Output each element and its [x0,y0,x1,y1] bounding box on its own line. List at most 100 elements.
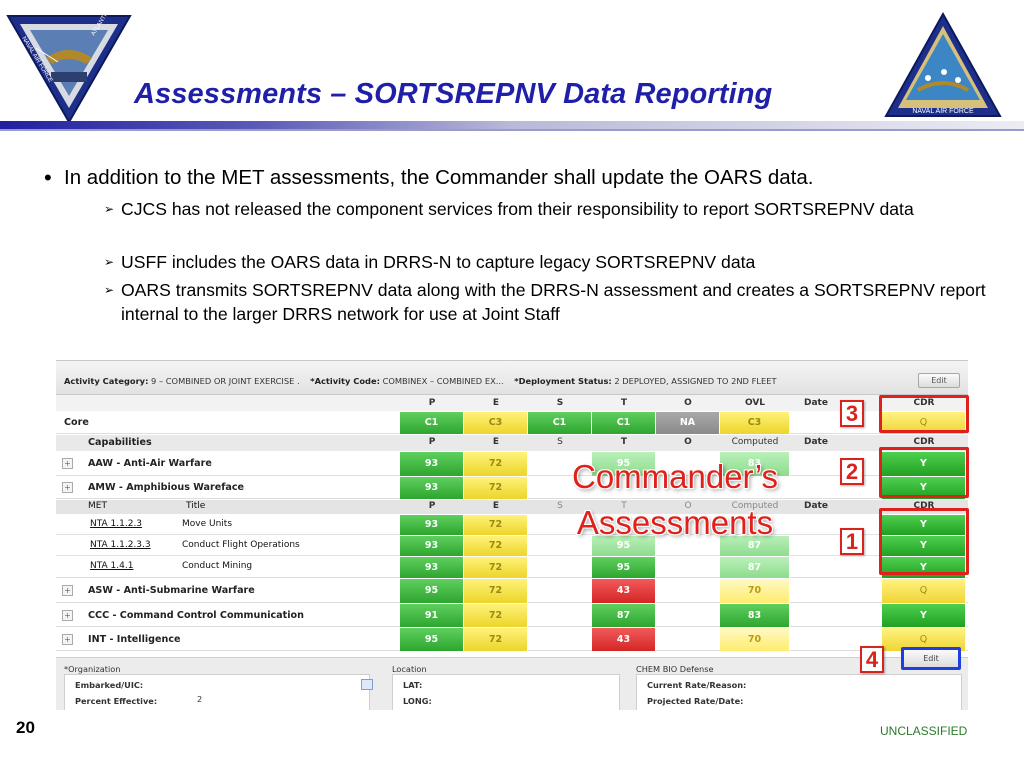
capability-label-int: INT - Intelligence [88,634,181,645]
percent-effective-value: 2 [197,694,203,704]
drrs-assessment-screenshot: Activity Category: 9 – COMBINED OR JOINT… [56,360,968,710]
asw-p-cell: 95 [400,579,464,603]
details-panel: *Organization Embarked/UIC: Percent Effe… [56,657,968,710]
met-row-1[interactable]: NTA 1.1.2.3 Move Units 93 72 Y [56,515,968,535]
met3-t-cell: 95 [592,557,656,578]
expand-aaw-icon[interactable]: + [62,458,73,469]
capability-label-amw: AMW - Amphibious Wareface [88,482,245,493]
met-link-1[interactable]: NTA 1.1.2.3 [90,519,142,529]
commanders-label-line2: Assessments [576,504,774,541]
asw-cdr-cell[interactable]: Q [882,579,966,603]
core-row[interactable]: Core C1 C3 C1 C1 NA C3 Q [56,412,968,434]
chem-bio-title: CHEM BIO Defense [636,664,714,674]
location-box: LAT: LONG: [392,674,620,710]
deployment-status-label: *Deployment Status: [514,376,612,386]
main-bullet-text: In addition to the MET assessments, the … [64,166,814,189]
asw-ovl-cell: 70 [720,579,790,603]
ccc-ovl-cell: 83 [720,604,790,627]
activity-code-label: *Activity Code: [310,376,380,386]
expand-ccc-icon[interactable]: + [62,610,73,621]
col-header-o: O [684,398,692,408]
callout-number-3: 3 [840,400,864,427]
activity-info: Activity Category: 9 – COMBINED OR JOINT… [64,376,777,386]
slide-title: Assessments – SORTSREPNV Data Reporting [134,78,773,110]
met3-ovl-cell: 87 [720,557,790,578]
met-link-3[interactable]: NTA 1.4.1 [90,561,133,571]
col-header-e: E [492,398,500,408]
cap-col-e: E [492,437,500,447]
callout-number-2: 2 [840,458,864,485]
highlight-met-cdr [879,508,969,575]
int-t-cell: 43 [592,628,656,651]
details-edit-button[interactable]: Edit [901,647,961,670]
embarked-label: Embarked/UIC: [75,680,144,690]
expand-amw-icon[interactable]: + [62,482,73,493]
core-label: Core [64,417,89,428]
activity-code-value: COMBINEX – COMBINED EX... [382,376,504,386]
capabilities-header-row: Capabilities P E S T O Computed Date CDR [56,435,968,451]
projected-rate-label: Projected Rate/Date: [647,696,744,706]
amw-p-cell: 93 [400,477,464,499]
core-p-cell: C1 [400,412,464,434]
met-header-row: MET Title P E S T O Computed Date CDR [56,500,968,514]
cap-col-cdr: CDR [913,437,935,447]
svg-text:NAVAL AIR FORCE: NAVAL AIR FORCE [912,108,974,115]
capability-row-asw[interactable]: + ASW - Anti-Submarine Warfare 95 72 43 … [56,579,968,603]
lat-label: LAT: [403,680,423,690]
ccc-cdr-cell[interactable]: Y [882,604,966,627]
naval-air-force-pacific-logo: NAVAL AIR FORCE [884,11,1002,120]
capability-label-aaw: AAW - Anti-Air Warfare [88,458,212,469]
met-link-2[interactable]: NTA 1.1.2.3.3 [90,540,151,550]
col-header-t: T [620,398,628,408]
met-row-3[interactable]: NTA 1.4.1 Conduct Mining 93 72 95 87 Y [56,557,968,578]
ccc-e-cell: 72 [464,604,528,627]
cap-col-t: T [620,437,628,447]
aaw-e-cell: 72 [464,452,528,476]
ccc-t-cell: 87 [592,604,656,627]
title-underline-band [0,121,1024,129]
int-e-cell: 72 [464,628,528,651]
expand-int-icon[interactable]: + [62,634,73,645]
capability-label-asw: ASW - Anti-Submarine Warfare [88,585,255,596]
callout-number-1: 1 [840,528,864,555]
expand-asw-icon[interactable]: + [62,585,73,596]
sub-bullet-text: USFF includes the OARS data in DRRS-N to… [121,252,756,272]
met1-e-cell: 72 [464,515,528,535]
col-header-p: P [428,398,436,408]
cap-col-o: O [684,437,692,447]
capability-row-int[interactable]: + INT - Intelligence 95 72 43 70 Q [56,628,968,651]
core-e-cell: C3 [464,412,528,434]
sub-bullet-text: OARS transmits SORTSREPNV data along wit… [121,280,986,324]
capability-row-ccc[interactable]: + CCC - Command Control Communication 91… [56,604,968,627]
organization-box: Embarked/UIC: Percent Effective: 2 [64,674,373,710]
col-header-ovl: OVL [744,398,766,408]
met-col-p: P [428,501,436,511]
cap-col-s: S [557,437,563,447]
long-label: LONG: [403,696,432,706]
toolbar-edit-button[interactable]: Edit [918,373,960,388]
met-row-2[interactable]: NTA 1.1.2.3.3 Conduct Flight Operations … [56,536,968,556]
asw-e-cell: 72 [464,579,528,603]
page-number: 20 [16,718,35,737]
ccc-p-cell: 91 [400,604,464,627]
met3-e-cell: 72 [464,557,528,578]
chem-bio-box: Current Rate/Reason: Projected Rate/Date… [636,674,962,710]
naval-air-force-atlantic-logo: NAVAL AIR FORCE ATLANTIC [6,9,132,125]
lookup-icon[interactable] [361,679,373,690]
aaw-p-cell: 93 [400,452,464,476]
highlight-capability-cdr [879,447,969,498]
cap-col-p: P [428,437,436,447]
highlight-core-cdr [879,395,969,433]
deployment-status-value: 2 DEPLOYED, ASSIGNED TO 2ND FLEET [614,376,777,386]
capability-row-aaw[interactable]: + AAW - Anti-Air Warfare 93 72 95 83 Y [56,452,968,476]
met2-e-cell: 72 [464,536,528,556]
col-header-date: Date [804,398,828,408]
int-ovl-cell: 70 [720,628,790,651]
amw-e-cell: 72 [464,477,528,499]
organization-title: *Organization [64,664,121,674]
met-title-2: Conduct Flight Operations [182,540,300,550]
table-header-row: P E S T O OVL Date CDR [56,395,968,411]
capability-row-amw[interactable]: + AMW - Amphibious Wareface 93 72 Y [56,477,968,499]
core-s-cell: C1 [528,412,592,434]
met1-p-cell: 93 [400,515,464,535]
